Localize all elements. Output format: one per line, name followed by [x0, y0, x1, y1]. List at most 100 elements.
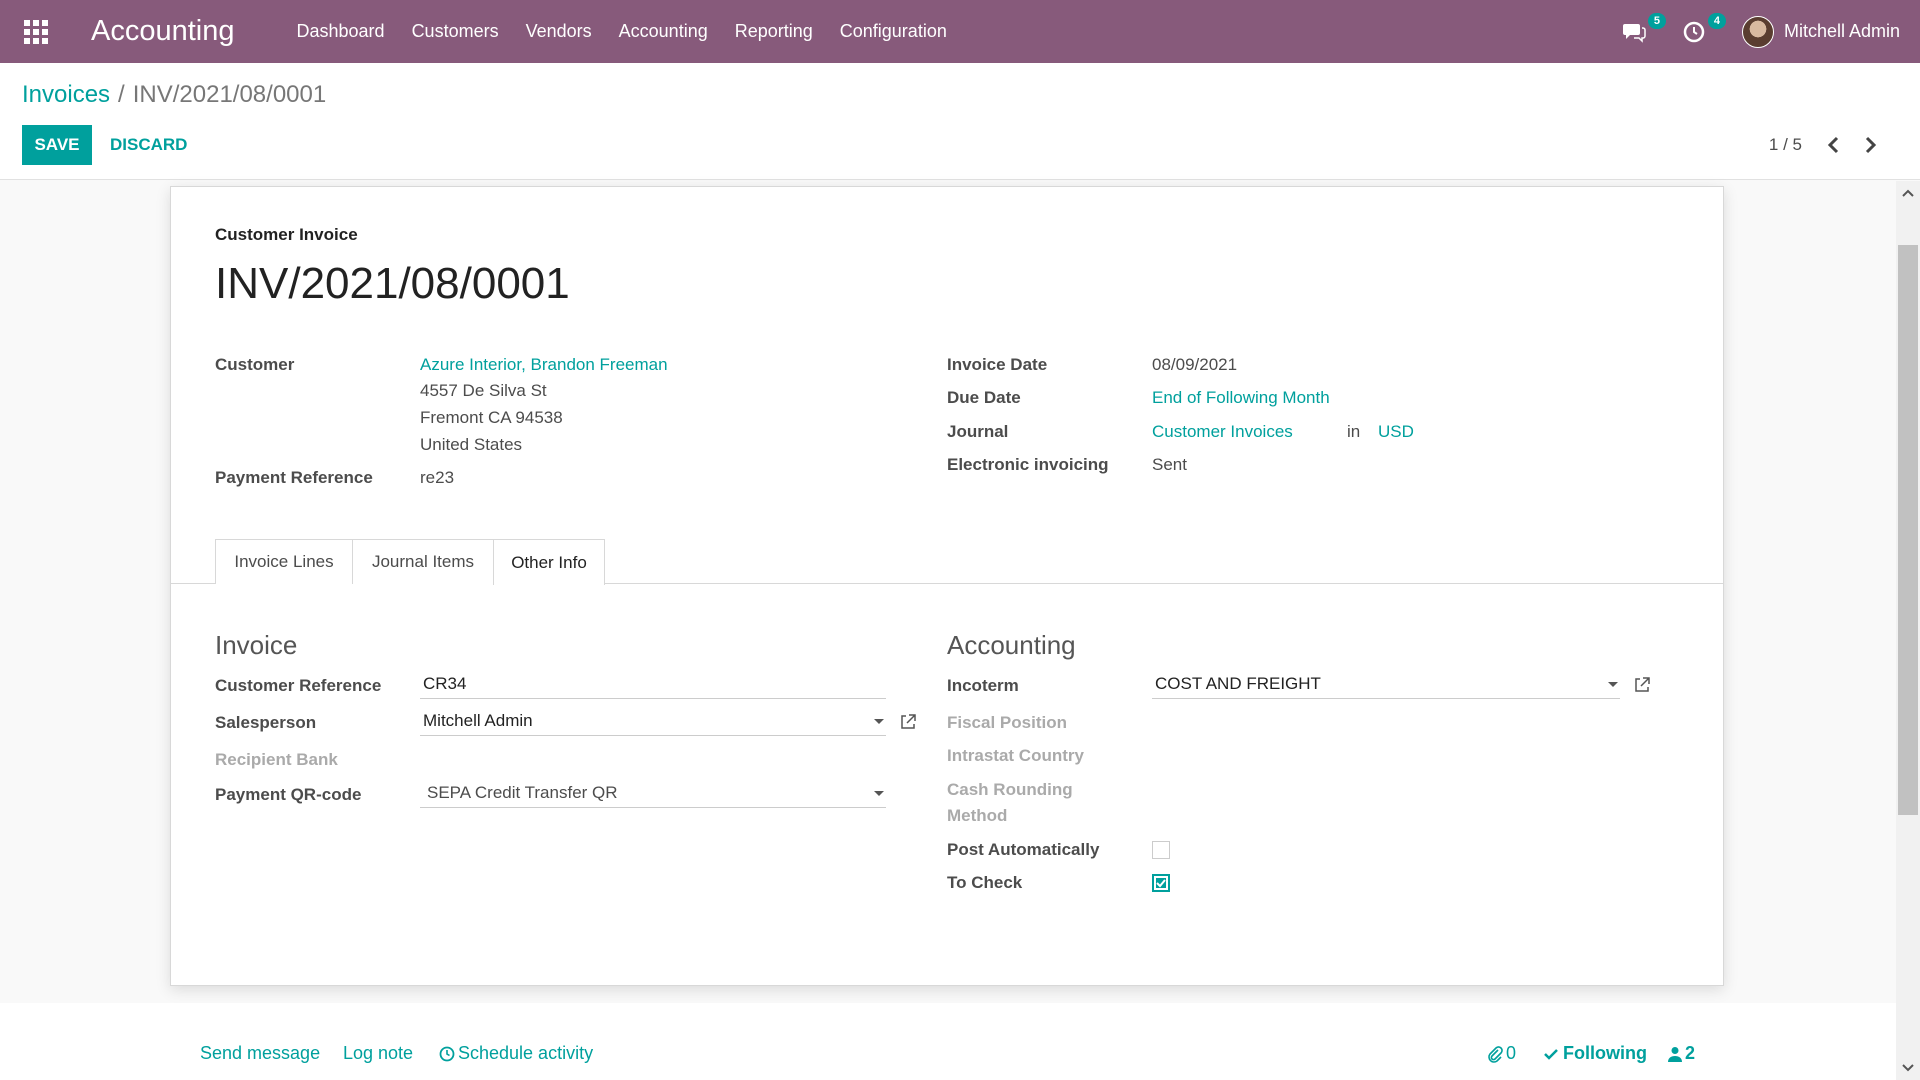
intrastat-country-label: Intrastat Country	[947, 746, 1084, 765]
menu-accounting[interactable]: Accounting	[619, 21, 708, 42]
schedule-activity-button[interactable]: Schedule activity	[439, 1043, 593, 1064]
invoice-date-label: Invoice Date	[947, 355, 1048, 374]
post-automatically-label: Post Automatically	[947, 840, 1100, 859]
paperclip-icon	[1488, 1045, 1503, 1063]
control-panel: Invoices / INV/2021/08/0001 SAVE DISCARD 1…	[0, 63, 1920, 180]
clock-icon	[1683, 21, 1705, 42]
salesperson-value: Mitchell Admin	[423, 710, 533, 730]
payment-qr-value: SEPA Credit Transfer QR	[427, 782, 618, 802]
currency-link[interactable]: USD	[1378, 422, 1414, 442]
scroll-thumb[interactable]	[1898, 245, 1918, 815]
followers-count: 2	[1685, 1043, 1696, 1063]
activities-button[interactable]: 4	[1682, 12, 1726, 47]
pager-previous-button[interactable]	[1822, 133, 1846, 157]
apps-menu-icon[interactable]	[16, 12, 56, 52]
post-automatically-checkbox[interactable]	[1152, 841, 1170, 859]
user-menu[interactable]: Mitchell Admin	[1784, 21, 1900, 42]
incoterm-label: Incoterm	[947, 676, 1019, 695]
dropdown-caret-icon	[1608, 682, 1618, 687]
chevron-down-icon	[1902, 1064, 1914, 1072]
customer-link[interactable]: Azure Interior, Brandon Freeman	[420, 355, 668, 375]
chevron-left-icon	[1827, 136, 1839, 154]
einvoicing-label: Electronic invoicing	[947, 455, 1109, 474]
fiscal-position-label: Fiscal Position	[947, 713, 1067, 732]
vertical-scrollbar[interactable]	[1896, 181, 1920, 1080]
due-date-label: Due Date	[947, 388, 1021, 407]
invoice-number-title: INV/2021/08/0001	[215, 259, 570, 308]
journal-link[interactable]: Customer Invoices	[1152, 422, 1293, 442]
following-button[interactable]: Following	[1543, 1043, 1647, 1064]
scroll-down-arrow[interactable]	[1896, 1056, 1920, 1080]
checkmark-icon	[1156, 879, 1166, 888]
journal-label: Journal	[947, 422, 1009, 441]
incoterm-value: COST AND FREIGHT	[1155, 673, 1321, 693]
einvoicing-value: Sent	[1152, 455, 1187, 474]
tab-journal-items[interactable]: Journal Items	[352, 539, 494, 584]
breadcrumb-invoices[interactable]: Invoices	[22, 81, 110, 108]
scroll-up-arrow[interactable]	[1896, 181, 1920, 205]
navbar-systray: 5 4 Mitchell Admin	[1622, 0, 1900, 63]
main-menu: Dashboard Customers Vendors Accounting R…	[297, 21, 974, 42]
send-message-button[interactable]: Send message	[200, 1043, 320, 1064]
pager-value[interactable]: 1 / 5	[1769, 135, 1802, 155]
accounting-section-title: Accounting	[947, 630, 1076, 660]
user-icon	[1668, 1046, 1682, 1062]
messages-count-badge: 5	[1647, 12, 1666, 29]
payment-qr-select[interactable]: SEPA Credit Transfer QR	[420, 778, 886, 808]
incoterm-select[interactable]: COST AND FREIGHT	[1152, 669, 1620, 699]
discard-button[interactable]: DISCARD	[102, 125, 195, 165]
cash-rounding-label: Cash Rounding	[947, 780, 1073, 799]
payment-qr-label: Payment QR-code	[215, 785, 362, 804]
following-label: Following	[1563, 1043, 1647, 1063]
menu-configuration[interactable]: Configuration	[840, 21, 947, 42]
dropdown-caret-icon	[874, 791, 884, 796]
external-link-icon[interactable]	[899, 713, 917, 731]
tab-invoice-lines[interactable]: Invoice Lines	[215, 539, 353, 584]
invoice-date-value: 08/09/2021	[1152, 355, 1238, 374]
chevron-up-icon	[1902, 189, 1914, 197]
check-icon	[1544, 1048, 1558, 1060]
save-button[interactable]: SAVE	[22, 125, 92, 165]
customer-reference-input[interactable]: CR34	[420, 669, 886, 699]
activities-count-badge: 4	[1707, 12, 1726, 29]
top-navbar: Accounting Dashboard Customers Vendors A…	[0, 0, 1920, 63]
journal-in-text: in	[1347, 422, 1361, 441]
payment-reference-label: Payment Reference	[215, 468, 373, 487]
customer-address-line2: Fremont CA 94538	[420, 408, 563, 427]
menu-dashboard[interactable]: Dashboard	[297, 21, 385, 42]
due-date-link[interactable]: End of Following Month	[1152, 388, 1330, 408]
menu-vendors[interactable]: Vendors	[526, 21, 592, 42]
attachments-button[interactable]: 0	[1487, 1043, 1516, 1064]
clock-icon	[439, 1046, 455, 1061]
breadcrumb-separator: /	[118, 81, 125, 108]
menu-reporting[interactable]: Reporting	[735, 21, 813, 42]
messages-button[interactable]: 5	[1622, 12, 1666, 47]
cash-rounding-label-line2: Method	[947, 806, 1008, 825]
followers-button[interactable]: 2	[1668, 1043, 1695, 1064]
breadcrumb: Invoices / INV/2021/08/0001	[22, 81, 326, 109]
app-title[interactable]: Accounting	[91, 15, 235, 48]
dropdown-caret-icon	[874, 719, 884, 724]
customer-address-line1: 4557 De Silva St	[420, 381, 547, 400]
customer-reference-label: Customer Reference	[215, 676, 382, 695]
user-avatar[interactable]	[1741, 15, 1774, 48]
breadcrumb-current: INV/2021/08/0001	[132, 81, 327, 108]
recipient-bank-label: Recipient Bank	[215, 750, 338, 769]
log-note-button[interactable]: Log note	[343, 1043, 413, 1064]
document-type-label: Customer Invoice	[215, 225, 358, 244]
schedule-activity-label: Schedule activity	[458, 1043, 594, 1063]
menu-customers[interactable]: Customers	[412, 21, 499, 42]
notebook-tabs: Invoice Lines Journal Items Other Info	[171, 539, 1723, 585]
external-link-icon[interactable]	[1633, 676, 1651, 694]
to-check-checkbox[interactable]	[1152, 874, 1170, 892]
customer-reference-value: CR34	[423, 673, 467, 693]
attachments-count: 0	[1506, 1043, 1517, 1063]
tab-other-info[interactable]: Other Info	[493, 539, 605, 585]
chat-bubbles-icon	[1622, 23, 1646, 43]
chatter-bar: Send message Log note Schedule activity …	[0, 1003, 1896, 1080]
customer-address-line3: United States	[420, 435, 523, 454]
salesperson-select[interactable]: Mitchell Admin	[420, 706, 886, 736]
pager-next-button[interactable]	[1858, 133, 1882, 157]
form-sheet: Customer Invoice INV/2021/08/0001 Custom…	[170, 186, 1724, 986]
payment-reference-value: re23	[420, 468, 455, 487]
